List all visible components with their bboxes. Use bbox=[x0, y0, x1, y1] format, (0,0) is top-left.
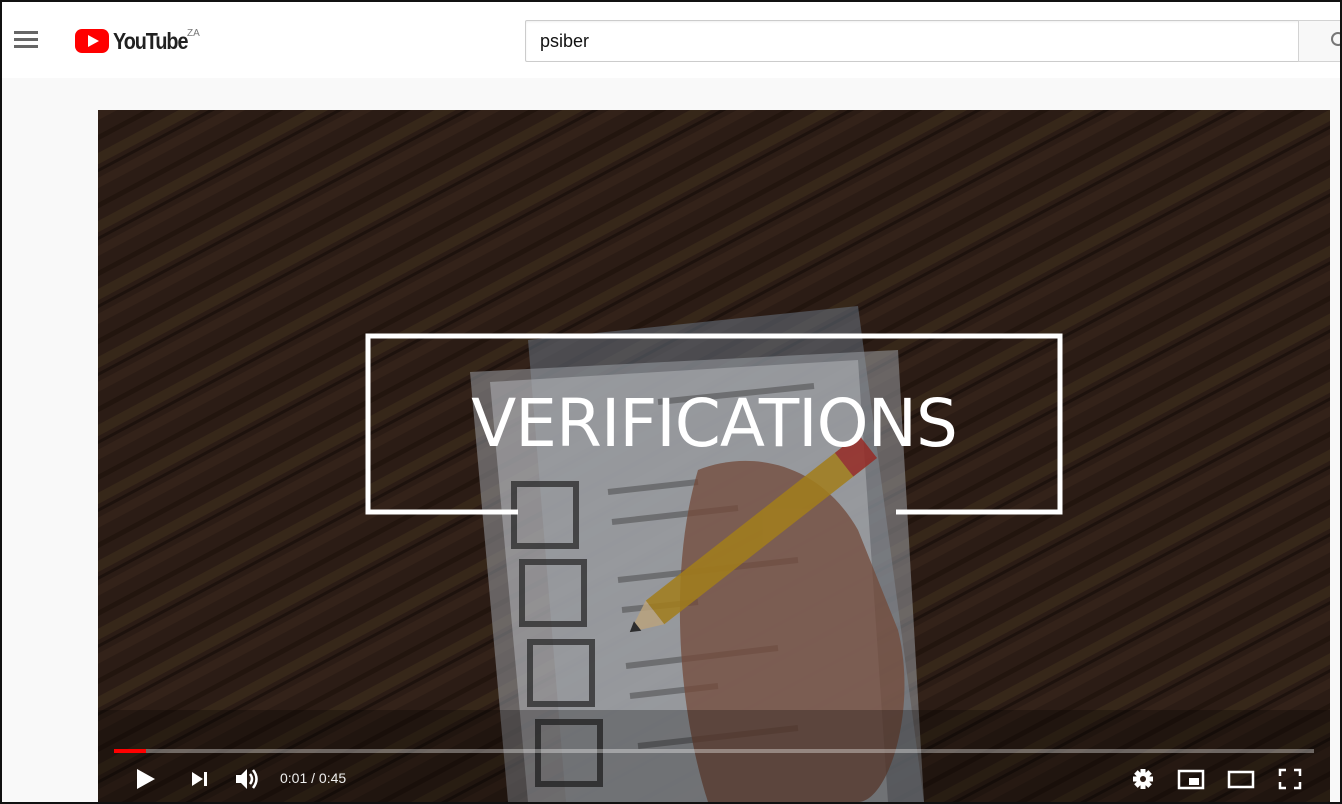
volume-icon[interactable] bbox=[234, 756, 262, 802]
fullscreen-icon[interactable] bbox=[1276, 756, 1304, 802]
hamburger-menu-icon[interactable] bbox=[14, 31, 40, 51]
theater-mode-icon[interactable] bbox=[1226, 756, 1256, 802]
miniplayer-icon[interactable] bbox=[1176, 756, 1206, 802]
video-title-overlay: VERIFICATIONS bbox=[471, 385, 958, 462]
search-box[interactable] bbox=[525, 20, 1301, 62]
search-button[interactable] bbox=[1298, 20, 1340, 62]
search-icon bbox=[1331, 32, 1340, 46]
play-icon[interactable] bbox=[134, 756, 160, 802]
time-display: 0:01 / 0:45 bbox=[280, 770, 347, 786]
search-input[interactable] bbox=[526, 21, 1300, 61]
browser-frame: YouTube ZA psiber VERIFICATIONS 0:01 / 0… bbox=[0, 0, 1342, 804]
video-player[interactable]: VERIFICATIONS 0:01 / 0:45 bbox=[98, 110, 1330, 802]
masthead: YouTube ZA bbox=[2, 2, 1340, 78]
title-overlay: VERIFICATIONS bbox=[368, 336, 1060, 516]
logo-text: YouTube bbox=[113, 27, 188, 54]
next-icon[interactable] bbox=[190, 756, 212, 802]
progress-bar[interactable] bbox=[114, 749, 1314, 753]
settings-icon[interactable] bbox=[1130, 756, 1156, 802]
youtube-play-logo-icon bbox=[75, 29, 109, 53]
progress-fill bbox=[114, 749, 147, 753]
youtube-logo[interactable]: YouTube ZA bbox=[75, 26, 200, 56]
player-controls: 0:01 / 0:45 bbox=[98, 756, 1330, 802]
region-code: ZA bbox=[187, 28, 200, 39]
